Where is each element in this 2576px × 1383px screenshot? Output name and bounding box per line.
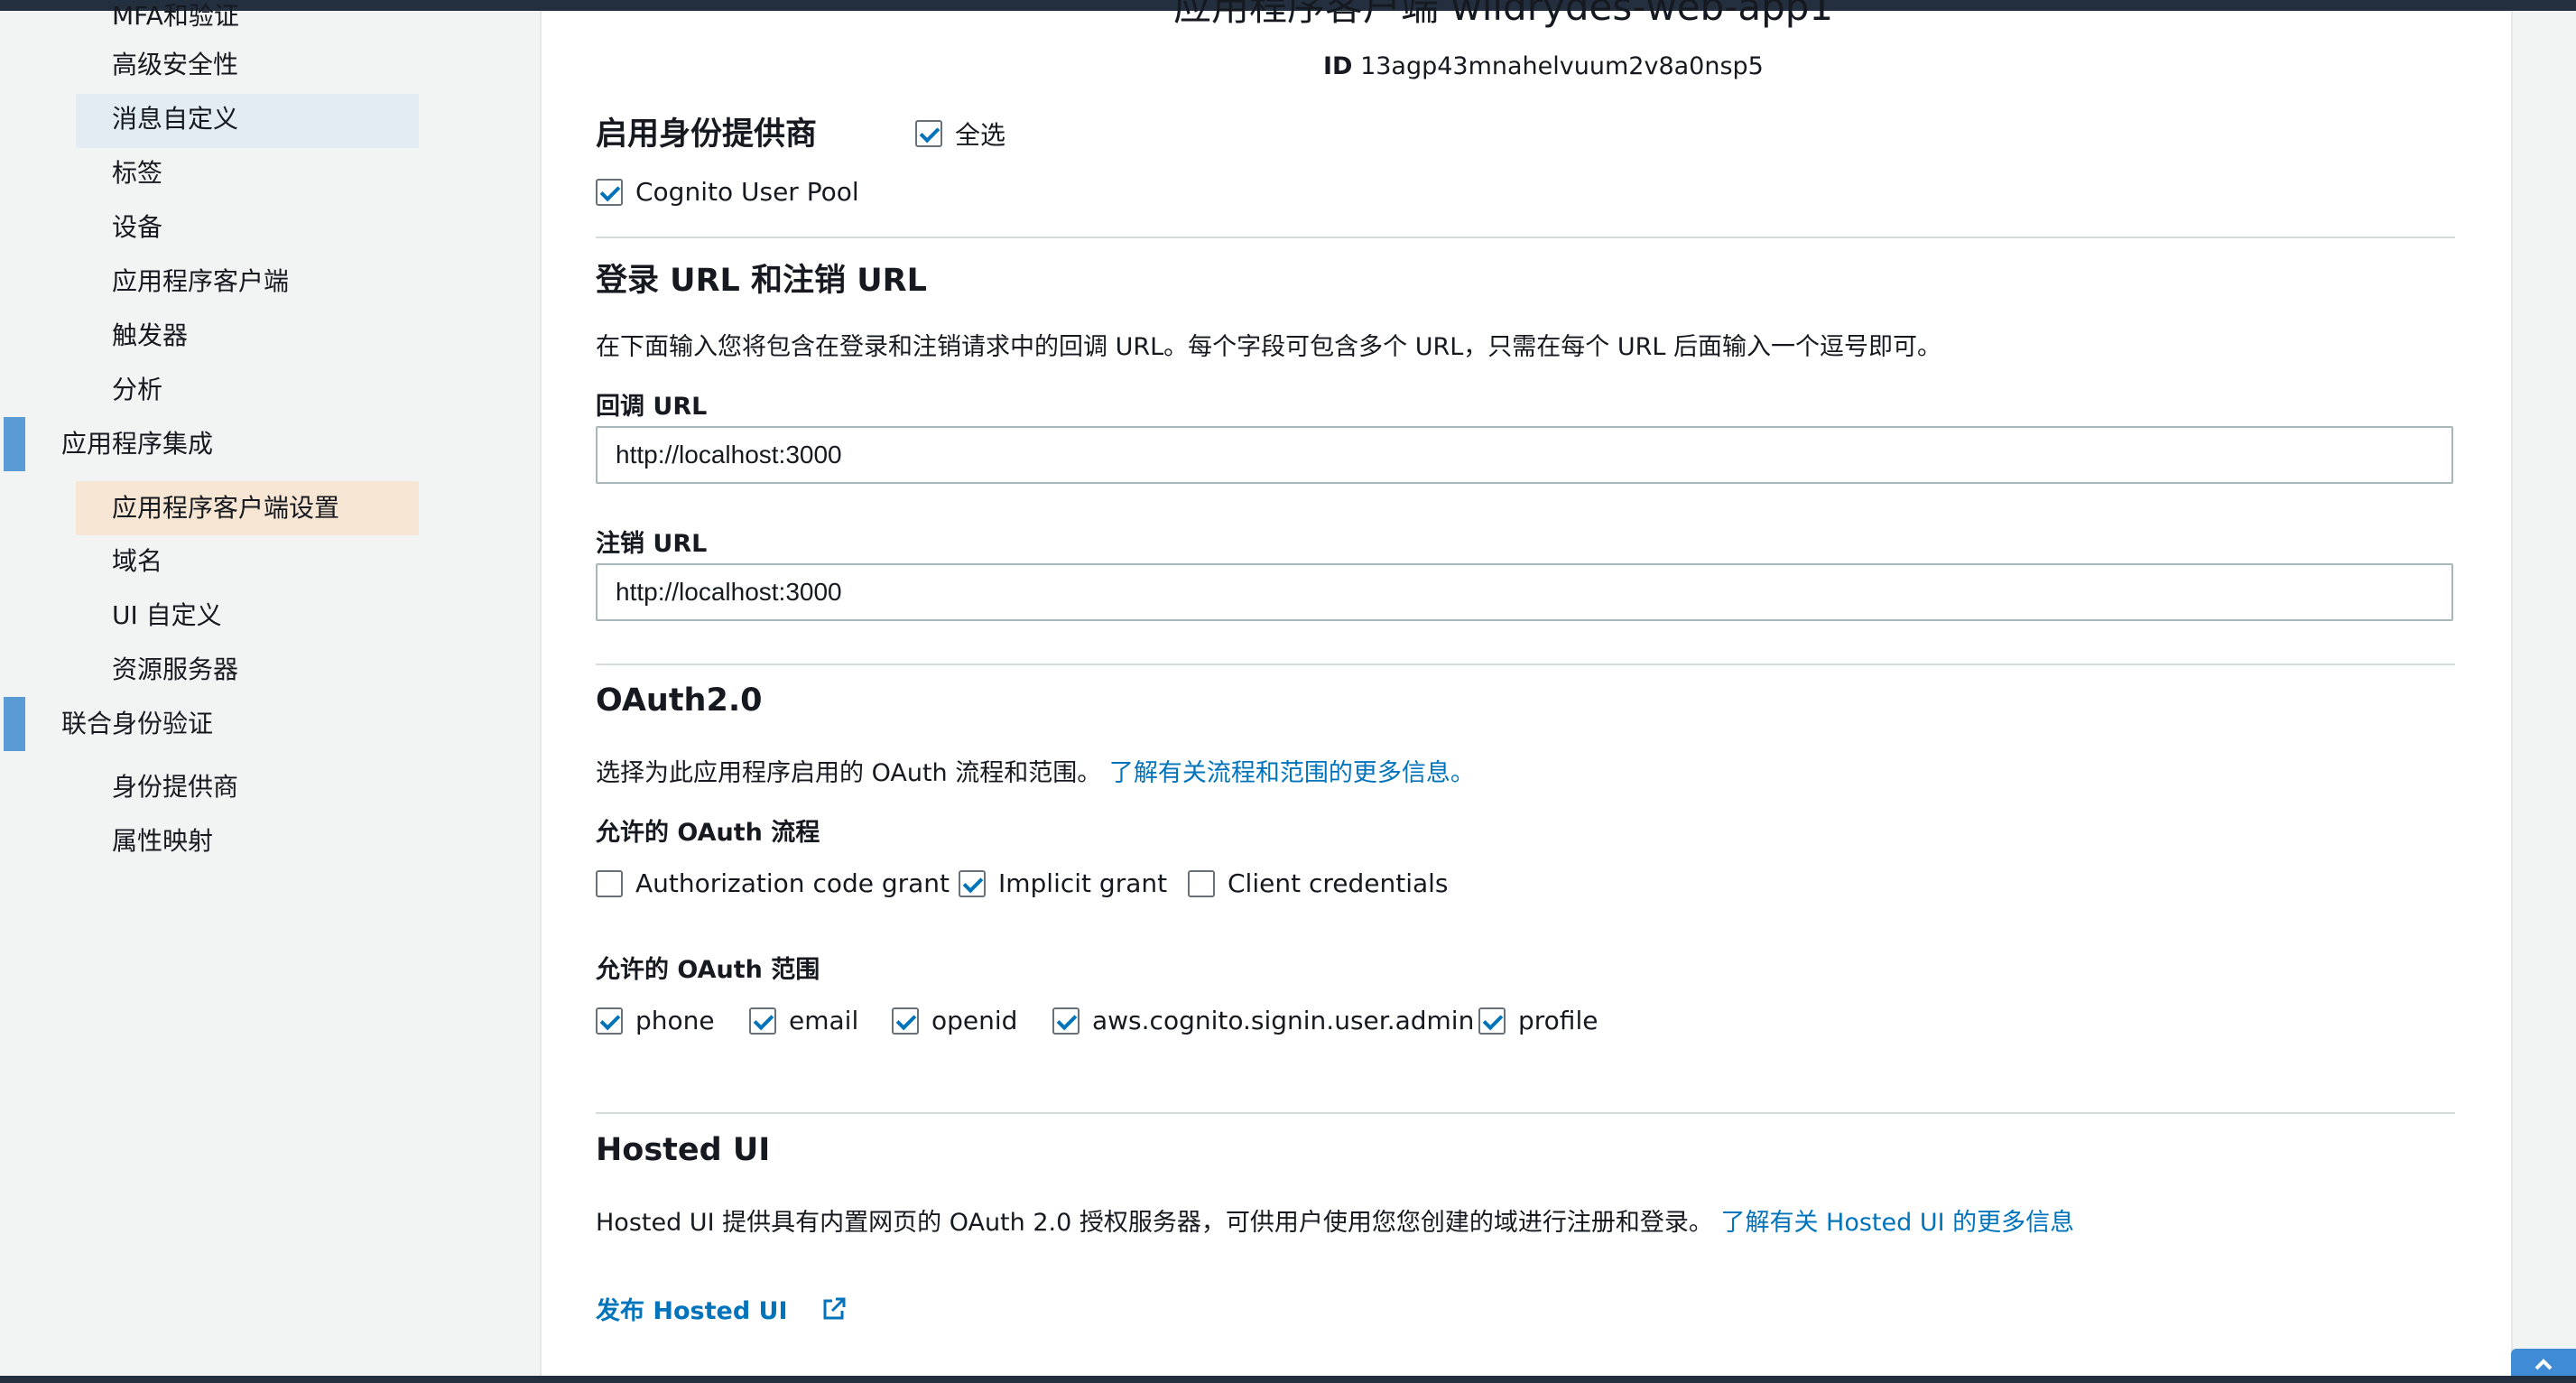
checkbox-email[interactable] xyxy=(749,1007,776,1035)
sidebar-item-resource-servers[interactable]: 资源服务器 xyxy=(112,652,238,688)
hosted-ui-learn-more-link[interactable]: 了解有关 Hosted UI 的更多信息 xyxy=(1720,1209,2074,1237)
client-id-value: 13agp43mnahelvuum2v8a0nsp5 xyxy=(1360,52,1764,80)
client-id-label: ID xyxy=(1323,52,1353,80)
hosted-ui-heading: Hosted UI xyxy=(596,1132,771,1168)
sidebar-item-attribute-mapping[interactable]: 属性映射 xyxy=(112,823,213,859)
select-all-checkbox[interactable]: 全选 xyxy=(915,116,1005,152)
checkbox-profile[interactable] xyxy=(1478,1007,1506,1035)
sidebar-item-ui-customization[interactable]: UI 自定义 xyxy=(112,598,222,634)
checkbox-cognito-user-pool[interactable] xyxy=(596,178,623,206)
checkbox-phone[interactable] xyxy=(596,1007,623,1035)
oauth-heading: OAuth2.0 xyxy=(596,682,763,719)
oauth-description-line: 选择为此应用程序启用的 OAuth 流程和范围。 了解有关流程和范围的更多信息。 xyxy=(596,753,1475,788)
signout-url-label: 注销 URL xyxy=(596,530,708,558)
sidebar-item-app-clients[interactable]: 应用程序客户端 xyxy=(112,264,289,300)
callback-url-label: 回调 URL xyxy=(596,393,708,421)
scope-openid-checkbox[interactable]: openid xyxy=(892,1006,1017,1035)
checkbox-implicit-grant[interactable] xyxy=(959,869,986,897)
launch-hosted-ui-label: 发布 Hosted UI xyxy=(596,1297,788,1325)
scope-phone-checkbox[interactable]: phone xyxy=(596,1006,715,1035)
bottom-bar xyxy=(0,1376,2576,1383)
group-marker-app-integration xyxy=(4,417,25,471)
oauth-description: 选择为此应用程序启用的 OAuth 流程和范围。 xyxy=(596,759,1102,787)
launch-hosted-ui-link[interactable]: 发布 Hosted UI xyxy=(596,1291,847,1328)
sidebar-item-analytics[interactable]: 分析 xyxy=(112,372,162,408)
page-title: 应用程序客户端 wildrydes-web-app1 xyxy=(1173,0,1834,29)
flow-label: Client credentials xyxy=(1228,868,1449,898)
scope-label: openid xyxy=(931,1006,1018,1035)
sidebar-item-devices[interactable]: 设备 xyxy=(112,209,162,246)
sidebar-item-mfa[interactable]: MFA和验证 xyxy=(112,0,239,34)
sidebar-group-app-integration[interactable]: 应用程序集成 xyxy=(61,426,213,462)
oauth-learn-more-link[interactable]: 了解有关流程和范围的更多信息。 xyxy=(1109,759,1475,787)
client-id: ID 13agp43mnahelvuum2v8a0nsp5 xyxy=(1323,52,1764,80)
scope-label: profile xyxy=(1518,1006,1598,1035)
checkbox-openid[interactable] xyxy=(892,1007,919,1035)
sidebar-item-tags[interactable]: 标签 xyxy=(112,155,162,191)
sidebar-item-advanced-security[interactable]: 高级安全性 xyxy=(112,47,238,83)
identity-providers-heading: 启用身份提供商 xyxy=(596,116,818,153)
sidebar-item-message-customization[interactable]: 消息自定义 xyxy=(112,101,238,137)
sidebar-item-app-client-settings[interactable]: 应用程序客户端设置 xyxy=(112,490,339,526)
divider xyxy=(596,1112,2455,1114)
checkbox-client-credentials[interactable] xyxy=(1188,869,1215,897)
select-all-label: 全选 xyxy=(955,120,1006,150)
oauth-flows-label: 允许的 OAuth 流程 xyxy=(596,819,820,847)
divider xyxy=(596,237,2455,238)
flow-client-credentials-checkbox[interactable]: Client credentials xyxy=(1188,868,1449,898)
flow-label: Authorization code grant xyxy=(635,868,950,898)
sidebar-item-domain-name[interactable]: 域名 xyxy=(112,543,162,580)
scope-email-checkbox[interactable]: email xyxy=(749,1006,858,1035)
hosted-ui-description-line: Hosted UI 提供具有内置网页的 OAuth 2.0 授权服务器，可供用户… xyxy=(596,1202,2074,1238)
flow-implicit-grant-checkbox[interactable]: Implicit grant xyxy=(959,868,1167,898)
chevron-up-icon xyxy=(2534,1359,2553,1370)
sidebar: MFA和验证 高级安全性 消息自定义 标签 设备 应用程序客户端 触发器 分析 … xyxy=(0,1,540,1376)
urls-description: 在下面输入您将包含在登录和注销请求中的回调 URL。每个字段可包含多个 URL，… xyxy=(596,333,1942,361)
sidebar-group-federation[interactable]: 联合身份验证 xyxy=(61,706,213,742)
checkbox-select-all[interactable] xyxy=(915,120,942,147)
checkbox-authorization-code-grant[interactable] xyxy=(596,869,623,897)
checkbox-aws-cognito-signin-user-admin[interactable] xyxy=(1052,1007,1080,1035)
sidebar-item-identity-providers[interactable]: 身份提供商 xyxy=(112,769,238,805)
provider-label: Cognito User Pool xyxy=(635,177,859,207)
scope-label: email xyxy=(789,1006,859,1035)
flow-label: Implicit grant xyxy=(998,868,1168,898)
urls-heading: 登录 URL 和注销 URL xyxy=(596,263,927,299)
external-link-icon xyxy=(821,1296,847,1328)
divider xyxy=(596,664,2455,665)
sidebar-item-triggers[interactable]: 触发器 xyxy=(112,318,188,354)
scope-profile-checkbox[interactable]: profile xyxy=(1478,1006,1598,1035)
main-panel xyxy=(540,11,2513,1376)
signout-url-input[interactable] xyxy=(596,563,2453,621)
callback-url-input[interactable] xyxy=(596,426,2453,484)
flow-authorization-code-checkbox[interactable]: Authorization code grant xyxy=(596,868,950,898)
oauth-scopes-label: 允许的 OAuth 范围 xyxy=(596,956,820,984)
provider-cognito-checkbox[interactable]: Cognito User Pool xyxy=(596,177,859,207)
scope-label: phone xyxy=(635,1006,715,1035)
group-marker-federation xyxy=(4,697,25,751)
scope-aws-cognito-admin-checkbox[interactable]: aws.cognito.signin.user.admin xyxy=(1052,1006,1474,1035)
hosted-ui-description: Hosted UI 提供具有内置网页的 OAuth 2.0 授权服务器，可供用户… xyxy=(596,1209,1713,1237)
scope-label: aws.cognito.signin.user.admin xyxy=(1092,1006,1475,1035)
